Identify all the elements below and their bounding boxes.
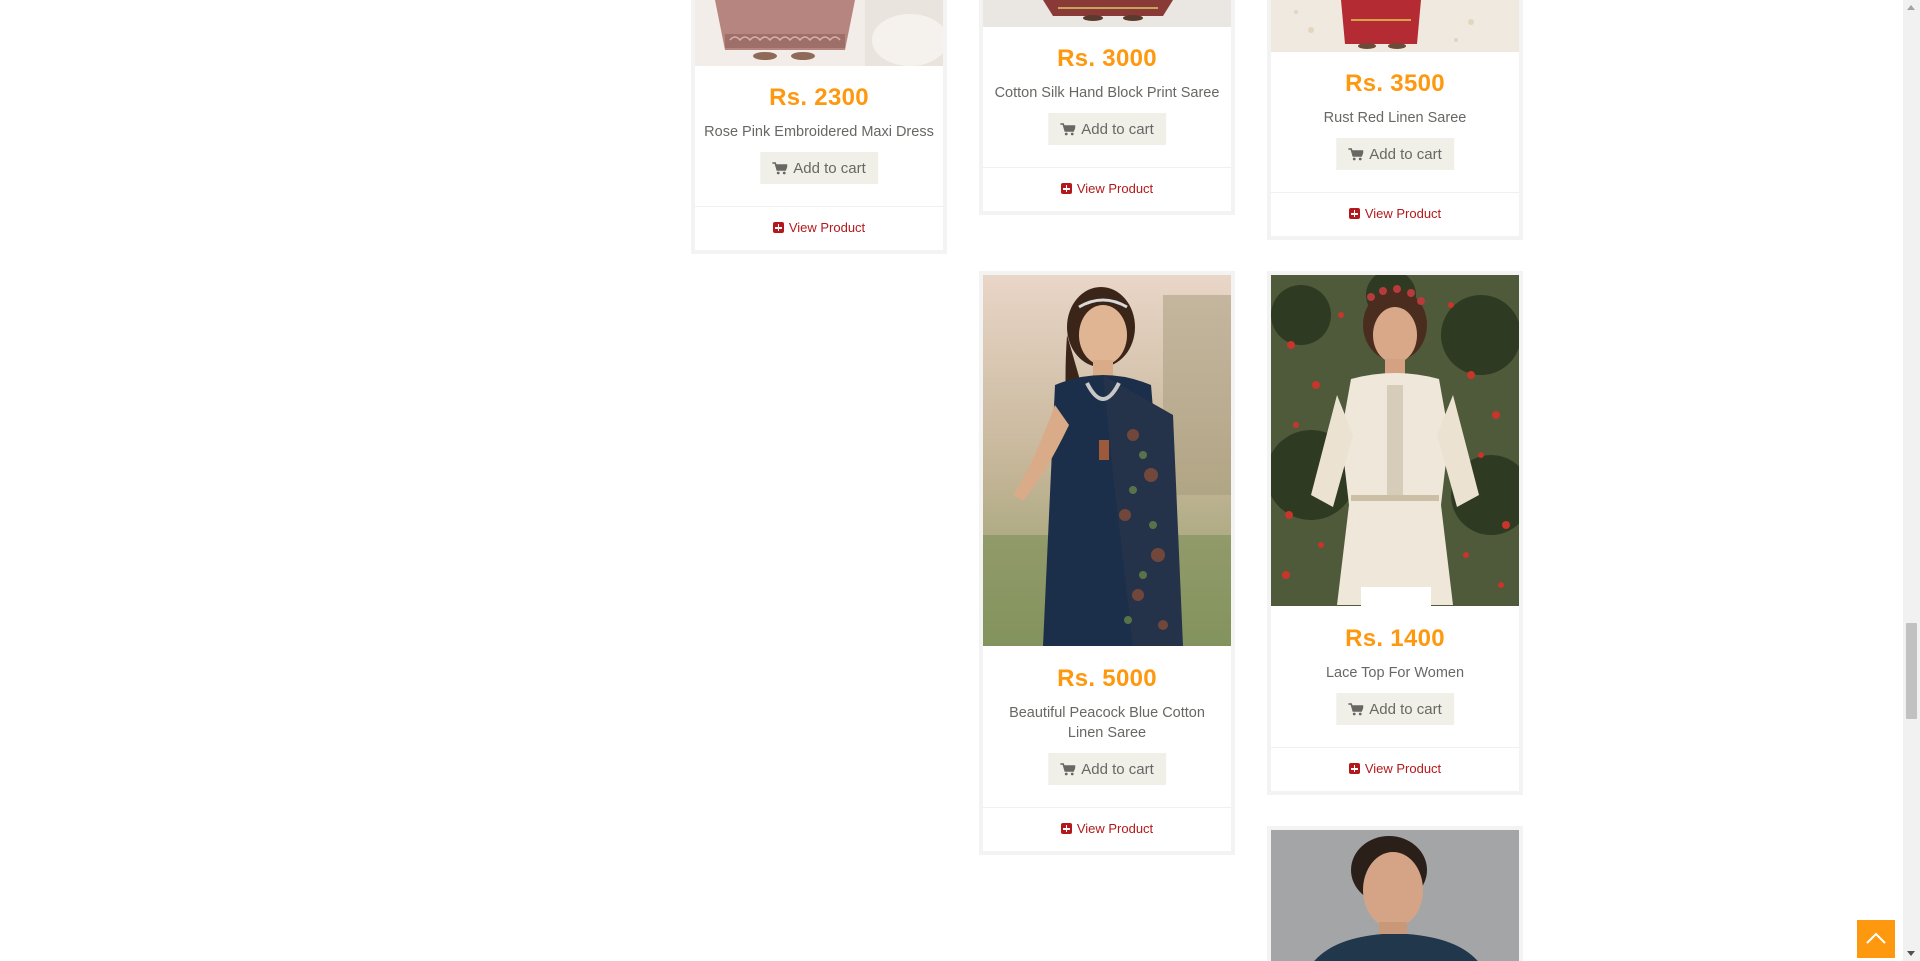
chevron-up-icon <box>1866 932 1886 944</box>
cart-icon <box>1348 702 1364 715</box>
scrollbar-thumb[interactable] <box>1906 623 1917 719</box>
view-product-label: View Product <box>788 220 866 235</box>
card-divider <box>695 206 943 207</box>
view-product-label: View Product <box>1364 206 1442 221</box>
product-name: Lace Top For Women <box>1325 665 1465 681</box>
plus-square-icon <box>772 222 784 233</box>
product-image[interactable] <box>695 0 943 66</box>
card-divider <box>983 167 1231 168</box>
add-to-cart-button[interactable]: Add to cart <box>760 152 878 184</box>
view-product-link[interactable]: View Product <box>983 821 1231 836</box>
product-listing-page: Rs. 2300 Rose Pink Embroidered Maxi Dres… <box>0 0 1920 961</box>
product-name: Rust Red Linen Saree <box>1323 110 1467 126</box>
product-card: Rs. 1400 Lace Top For Women Add to cart … <box>1267 271 1523 795</box>
card-divider <box>1271 192 1519 193</box>
view-product-label: View Product <box>1076 821 1154 836</box>
add-to-cart-label: Add to cart <box>1369 145 1442 163</box>
product-price: Rs. 2300 <box>769 84 869 111</box>
add-to-cart-button[interactable]: Add to cart <box>1048 113 1166 145</box>
add-to-cart-label: Add to cart <box>1081 760 1154 778</box>
product-card <box>1267 826 1523 961</box>
product-card: Rs. 3000 Cotton Silk Hand Block Print Sa… <box>979 0 1235 215</box>
product-image[interactable] <box>1271 830 1519 961</box>
product-image[interactable] <box>983 0 1231 27</box>
cart-icon <box>1060 122 1076 135</box>
card-divider <box>1271 747 1519 748</box>
product-image[interactable] <box>983 275 1231 646</box>
product-name: Cotton Silk Hand Block Print Saree <box>994 85 1220 101</box>
page-scrollbar[interactable] <box>1903 0 1920 961</box>
add-to-cart-button[interactable]: Add to cart <box>1336 693 1454 725</box>
cart-icon <box>772 161 788 174</box>
plus-square-icon <box>1060 823 1072 834</box>
plus-square-icon <box>1348 763 1360 774</box>
card-divider <box>983 807 1231 808</box>
view-product-label: View Product <box>1364 761 1442 776</box>
view-product-link[interactable]: View Product <box>1271 761 1519 776</box>
product-price: Rs. 1400 <box>1345 625 1445 652</box>
product-image[interactable] <box>1271 275 1519 606</box>
cart-icon <box>1060 762 1076 775</box>
view-product-label: View Product <box>1076 181 1154 196</box>
product-price: Rs. 3000 <box>1057 45 1157 72</box>
add-to-cart-button[interactable]: Add to cart <box>1336 138 1454 170</box>
product-price: Rs. 5000 <box>1057 665 1157 692</box>
add-to-cart-label: Add to cart <box>1369 700 1442 718</box>
add-to-cart-button[interactable]: Add to cart <box>1048 753 1166 785</box>
product-name: Rose Pink Embroidered Maxi Dress <box>704 124 934 140</box>
plus-square-icon <box>1348 208 1360 219</box>
product-name: Beautiful Peacock Blue Cotton Linen Sare… <box>1009 705 1205 741</box>
scroll-down-arrow-icon[interactable] <box>1907 951 1915 956</box>
view-product-link[interactable]: View Product <box>695 220 943 235</box>
add-to-cart-label: Add to cart <box>1081 120 1154 138</box>
add-to-cart-label: Add to cart <box>793 159 866 177</box>
scroll-to-top-button[interactable] <box>1857 920 1895 958</box>
product-card: Rs. 5000 Beautiful Peacock Blue Cotton L… <box>979 271 1235 855</box>
scroll-up-arrow-icon[interactable] <box>1907 5 1915 10</box>
view-product-link[interactable]: View Product <box>1271 206 1519 221</box>
plus-square-icon <box>1060 183 1072 194</box>
cart-icon <box>1348 147 1364 160</box>
product-price: Rs. 3500 <box>1345 70 1445 97</box>
product-image[interactable] <box>1271 0 1519 52</box>
view-product-link[interactable]: View Product <box>983 181 1231 196</box>
product-card: Rs. 3500 Rust Red Linen Saree Add to car… <box>1267 0 1523 240</box>
product-card: Rs. 2300 Rose Pink Embroidered Maxi Dres… <box>691 0 947 254</box>
